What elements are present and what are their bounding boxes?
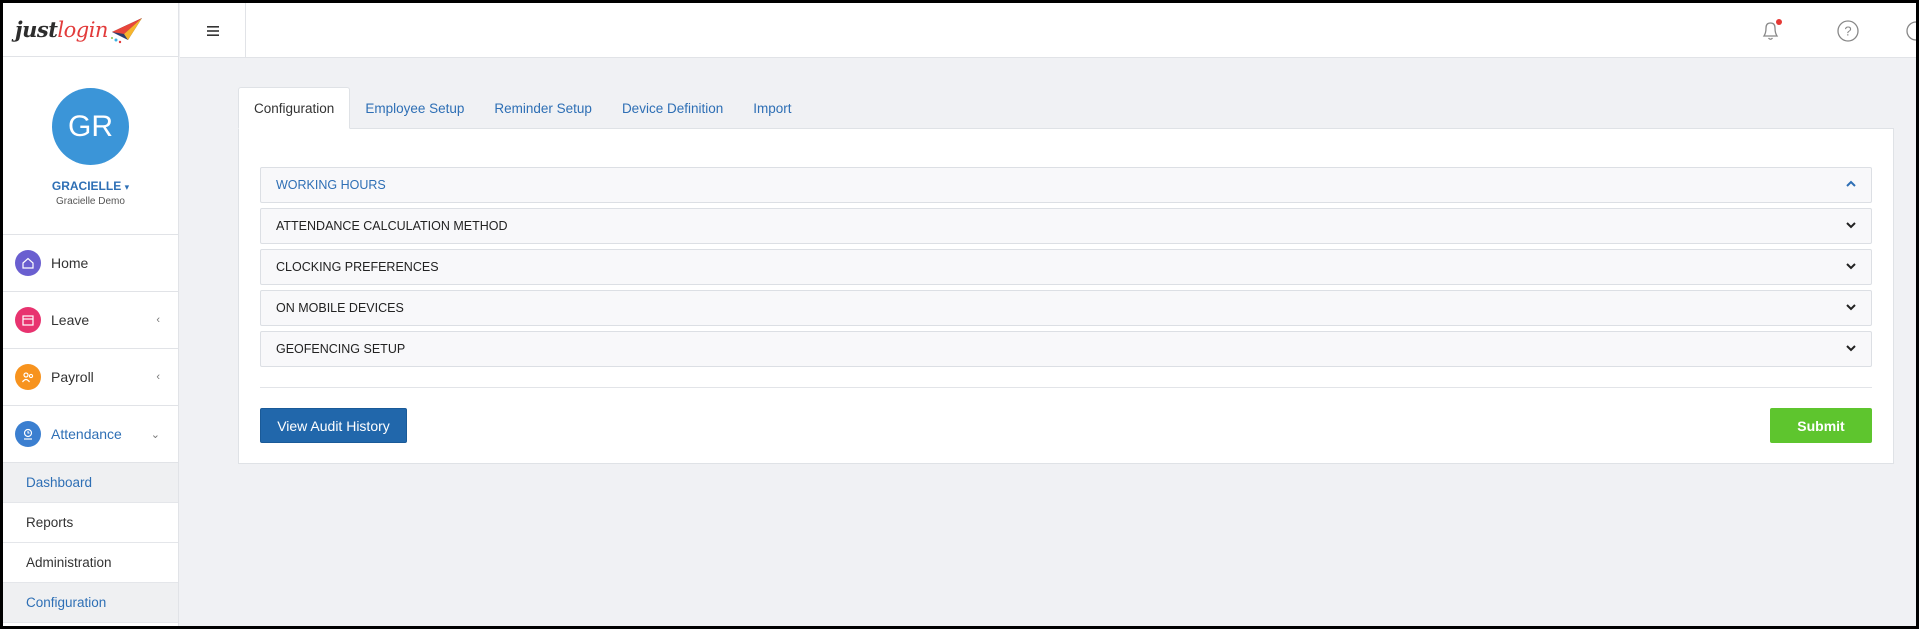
hamburger-icon xyxy=(206,25,219,36)
tab-configuration[interactable]: Configuration xyxy=(238,87,351,129)
chevron-up-icon xyxy=(1846,180,1856,187)
subnav-administration[interactable]: Administration xyxy=(3,543,178,583)
users-icon xyxy=(15,364,41,390)
subnav-reports[interactable]: Reports xyxy=(3,503,178,543)
chevron-down-icon xyxy=(1846,263,1856,270)
svg-text:?: ? xyxy=(1844,24,1851,39)
accordion-on-mobile-devices[interactable]: ON MOBILE DEVICES xyxy=(260,290,1872,326)
user-profile: GR GRACIELLE ▾ Gracielle Demo xyxy=(3,57,178,235)
help-button[interactable]: ? xyxy=(1835,18,1861,49)
accordion-clocking-preferences[interactable]: CLOCKING PREFERENCES xyxy=(260,249,1872,285)
config-tabs: Configuration Employee Setup Reminder Se… xyxy=(238,87,807,129)
user-name: GRACIELLE xyxy=(51,179,122,193)
chevron-down-icon: ⌄ xyxy=(150,429,160,441)
caret-down-icon: ▾ xyxy=(124,182,130,192)
calendar-icon xyxy=(15,307,41,333)
accordion-title: ON MOBILE DEVICES xyxy=(276,301,404,315)
view-audit-history-button[interactable]: View Audit History xyxy=(260,408,407,443)
accordion-title: ATTENDANCE CALCULATION METHOD xyxy=(276,219,508,233)
configuration-panel: WORKING HOURS ATTENDANCE CALCULATION MET… xyxy=(238,128,1894,464)
power-button[interactable] xyxy=(1904,19,1916,48)
hamburger-menu-button[interactable] xyxy=(180,3,246,58)
sidebar-item-attendance[interactable]: Attendance ⌄ xyxy=(3,406,178,463)
accordion-working-hours[interactable]: WORKING HOURS xyxy=(260,167,1872,203)
tab-reminder-setup[interactable]: Reminder Setup xyxy=(479,87,607,129)
divider xyxy=(260,387,1872,388)
accordion-title: CLOCKING PREFERENCES xyxy=(276,260,439,274)
logo-text-login: login xyxy=(57,18,108,42)
power-icon xyxy=(1906,21,1916,41)
subnav-configuration[interactable]: Configuration xyxy=(3,583,178,623)
logo-text-just: just xyxy=(15,17,58,42)
notifications-button[interactable] xyxy=(1757,17,1785,50)
user-subtitle: Gracielle Demo xyxy=(56,196,125,207)
accordion-title: WORKING HOURS xyxy=(276,178,386,192)
sidebar-item-home[interactable]: Home xyxy=(3,235,178,292)
sidebar-item-label: Attendance xyxy=(51,426,122,442)
clock-user-icon xyxy=(15,421,41,447)
chevron-down-icon xyxy=(1846,304,1856,311)
sidebar-item-label: Leave xyxy=(51,312,90,328)
help-circle-icon: ? xyxy=(1837,20,1859,42)
chevron-left-icon: ‹ xyxy=(156,371,160,383)
chevron-down-icon xyxy=(1846,222,1856,229)
accordion-attendance-calculation-method[interactable]: ATTENDANCE CALCULATION METHOD xyxy=(260,208,1872,244)
home-icon xyxy=(15,250,41,276)
sidebar-item-leave[interactable]: Leave ‹ xyxy=(3,292,178,349)
bell-icon xyxy=(1762,19,1782,40)
app-window: justlogin GR GRACIELLE ▾ Gracielle Demo xyxy=(0,0,1919,629)
top-bar: ? xyxy=(180,3,1916,58)
tab-device-definition[interactable]: Device Definition xyxy=(607,87,738,129)
tab-import[interactable]: Import xyxy=(738,87,806,129)
sidebar-item-payroll[interactable]: Payroll ‹ xyxy=(3,349,178,406)
logo[interactable]: justlogin xyxy=(3,3,178,57)
paper-plane-icon xyxy=(110,17,142,43)
sidebar-item-label: Home xyxy=(51,255,89,271)
accordion-title: GEOFENCING SETUP xyxy=(276,342,406,356)
sidebar-item-label: Payroll xyxy=(51,369,94,385)
accordion-geofencing-setup[interactable]: GEOFENCING SETUP xyxy=(260,331,1872,367)
chevron-down-icon xyxy=(1846,345,1856,352)
submit-button[interactable]: Submit xyxy=(1770,408,1872,443)
tab-employee-setup[interactable]: Employee Setup xyxy=(350,87,479,129)
subnav-dashboard[interactable]: Dashboard xyxy=(3,463,178,503)
chevron-left-icon: ‹ xyxy=(156,314,160,326)
user-name-dropdown[interactable]: GRACIELLE ▾ xyxy=(3,179,178,193)
sidebar: justlogin GR GRACIELLE ▾ Gracielle Demo xyxy=(3,3,179,626)
avatar[interactable]: GR xyxy=(52,88,129,165)
